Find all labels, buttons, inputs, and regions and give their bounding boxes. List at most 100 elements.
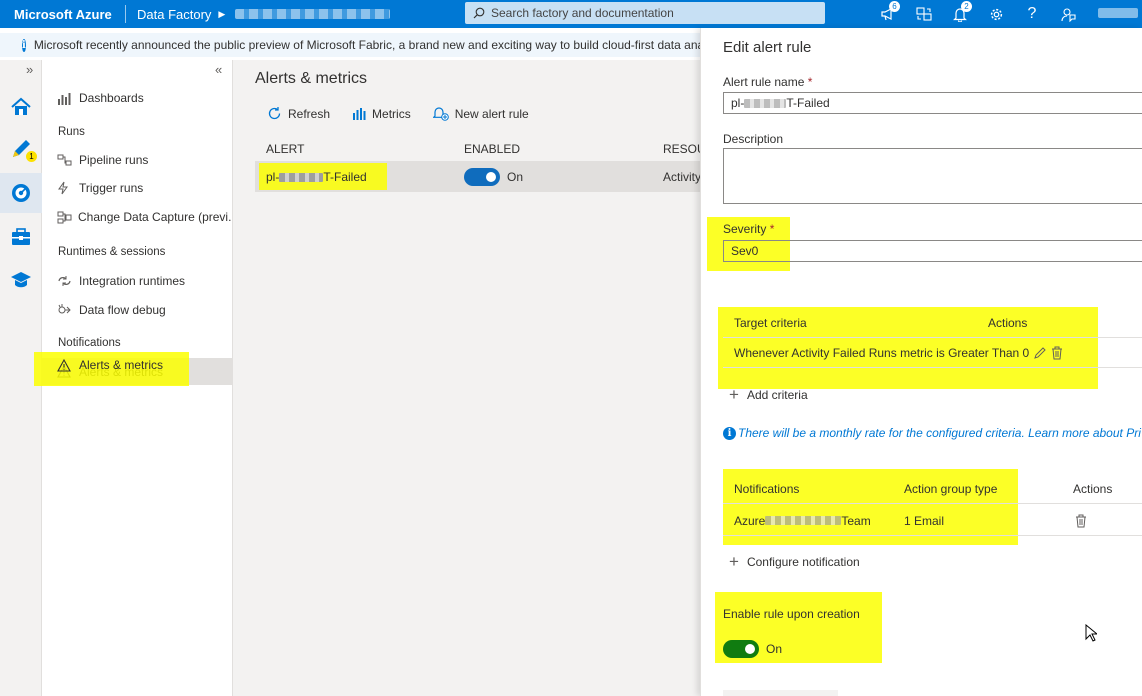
criteria-text: Whenever Activity Failed Runs metric is … xyxy=(734,345,1030,360)
enable-rule-toggle[interactable] xyxy=(723,640,759,658)
nav-label: Data flow debug xyxy=(79,303,166,317)
pricing-note: i There will be a monthly rate for the c… xyxy=(723,426,1141,440)
home-button[interactable] xyxy=(0,87,42,127)
column-header-enabled[interactable]: ENABLED xyxy=(464,142,520,156)
severity-label-text: Severity xyxy=(723,222,767,236)
configure-notification-button[interactable]: + Configure notification xyxy=(729,552,860,572)
enabled-toggle[interactable] xyxy=(464,168,500,186)
gear-icon xyxy=(990,8,1002,20)
info-icon: i xyxy=(22,38,26,52)
panel-title: Edit alert rule xyxy=(723,39,812,56)
announcements-button[interactable]: 6 xyxy=(870,0,906,28)
rule-name-suffix: T-Failed xyxy=(786,96,830,110)
nav-label: Integration runtimes xyxy=(79,274,186,288)
graduation-cap-icon xyxy=(11,272,31,288)
gauge-icon xyxy=(12,184,30,202)
refresh-icon xyxy=(268,107,281,120)
learning-center-button[interactable] xyxy=(0,260,42,300)
top-icons: 6 2 ? xyxy=(870,0,1086,28)
alert-rule-name-input[interactable]: pl- T-Failed xyxy=(723,92,1142,114)
lightning-icon xyxy=(57,181,73,195)
collapse-nav-icon[interactable]: « xyxy=(215,62,222,77)
integration-runtime-icon xyxy=(57,275,73,287)
toolbar: Refresh Metrics New alert rule xyxy=(267,106,551,121)
action-group-name: Azure Team xyxy=(734,514,871,528)
severity-dropdown[interactable]: Sev0 xyxy=(723,240,1142,262)
resource-cell: Activity xyxy=(663,170,702,184)
data-flow-debug-icon xyxy=(57,303,73,317)
rule-name-redacted xyxy=(744,98,787,108)
plus-icon: + xyxy=(729,385,739,404)
add-criteria-button[interactable]: + Add criteria xyxy=(729,385,808,405)
warning-icon xyxy=(57,358,73,372)
enable-rule-value: On xyxy=(766,642,783,656)
delete-criteria-button[interactable] xyxy=(1051,346,1063,363)
toolbox-icon xyxy=(12,228,30,245)
monitor-button[interactable] xyxy=(0,173,42,213)
refresh-label: Refresh xyxy=(288,106,331,121)
column-header-notifications: Notifications xyxy=(734,481,800,496)
nav-item-data-flow-debug[interactable]: Data flow debug xyxy=(42,297,232,323)
manage-button[interactable] xyxy=(0,217,42,257)
help-button[interactable]: ? xyxy=(1014,0,1050,28)
expand-rail-icon[interactable]: » xyxy=(26,62,33,77)
notifications-button[interactable]: 2 xyxy=(942,0,978,28)
pencil-icon xyxy=(1034,347,1046,359)
feedback-icon xyxy=(1061,7,1076,22)
trash-icon xyxy=(1076,514,1086,528)
nav-label: Trigger runs xyxy=(79,181,144,195)
action-group-prefix: Azure xyxy=(734,513,766,528)
edit-criteria-button[interactable] xyxy=(1033,346,1047,363)
nav-group-notifications: Notifications xyxy=(58,337,121,349)
brand-name[interactable]: Microsoft Azure xyxy=(0,7,125,22)
metrics-button[interactable]: Metrics xyxy=(352,107,411,121)
action-group-type: 1 Email xyxy=(904,513,945,528)
account-name-redacted[interactable] xyxy=(1098,8,1138,18)
nav-item-dashboards[interactable]: Dashboards xyxy=(42,85,232,111)
pricing-note-text[interactable]: There will be a monthly rate for the con… xyxy=(738,426,1141,440)
delete-notification-button[interactable] xyxy=(1075,514,1087,531)
table-row[interactable]: pl- T-Failed On Activity xyxy=(255,162,702,192)
notifications-table-header: Notifications Action group type Actions xyxy=(723,474,1142,504)
switch-directory-button[interactable] xyxy=(906,0,942,28)
author-badge: 1 xyxy=(26,151,37,162)
criteria-table-header: Target criteria Actions xyxy=(723,308,1142,338)
switch-icon xyxy=(916,7,932,21)
search-box[interactable] xyxy=(465,2,825,24)
nav-group-runs: Runs xyxy=(58,126,85,138)
panel-footer-button[interactable] xyxy=(723,690,838,696)
nav-item-alerts-metrics-overlay[interactable]: Alerts & metrics xyxy=(57,358,163,372)
nav-item-change-data-capture[interactable]: Change Data Capture (previ... xyxy=(42,204,232,230)
new-alert-rule-label: New alert rule xyxy=(454,106,529,121)
service-name[interactable]: Data Factory xyxy=(137,7,211,22)
action-group-suffix: Team xyxy=(841,513,871,528)
nav-item-integration-runtimes[interactable]: Integration runtimes xyxy=(42,268,232,294)
notification-row[interactable]: Azure Team 1 Email xyxy=(723,506,1142,536)
plus-icon: + xyxy=(729,552,739,571)
top-bar: Microsoft Azure Data Factory ▶ 6 2 ? xyxy=(0,0,1142,28)
new-alert-rule-button[interactable]: New alert rule xyxy=(432,106,529,121)
refresh-button[interactable]: Refresh xyxy=(267,106,330,121)
feedback-button[interactable] xyxy=(1050,0,1086,28)
alerts-count-badge: 2 xyxy=(961,1,972,12)
alert-name-link[interactable]: pl- T-Failed xyxy=(266,170,367,184)
nav-group-runtimes-sessions: Runtimes & sessions xyxy=(58,246,166,258)
metrics-icon xyxy=(353,108,366,120)
search-input[interactable] xyxy=(491,6,811,20)
main-content: Alerts & metrics Refresh Metrics New ale… xyxy=(233,60,706,696)
settings-button[interactable] xyxy=(978,0,1014,28)
factory-name-redacted[interactable] xyxy=(235,9,391,19)
column-header-actions: Actions xyxy=(1073,481,1113,496)
enable-rule-control: On xyxy=(723,640,782,658)
column-header-alert[interactable]: ALERT xyxy=(266,142,304,156)
nav-item-trigger-runs[interactable]: Trigger runs xyxy=(42,175,232,201)
nav-label: Change Data Capture (previ... xyxy=(78,210,232,224)
edit-alert-rule-panel: Edit alert rule Alert rule name * pl- T-… xyxy=(700,28,1142,696)
nav-label: Alerts & metrics xyxy=(79,358,164,372)
description-textarea[interactable] xyxy=(723,148,1142,204)
action-group-redacted xyxy=(765,516,842,525)
nav-item-pipeline-runs[interactable]: Pipeline runs xyxy=(42,147,232,173)
criteria-row[interactable]: Whenever Activity Failed Runs metric is … xyxy=(723,338,1142,368)
author-button[interactable]: 1 xyxy=(0,129,42,169)
metrics-label: Metrics xyxy=(372,106,411,121)
